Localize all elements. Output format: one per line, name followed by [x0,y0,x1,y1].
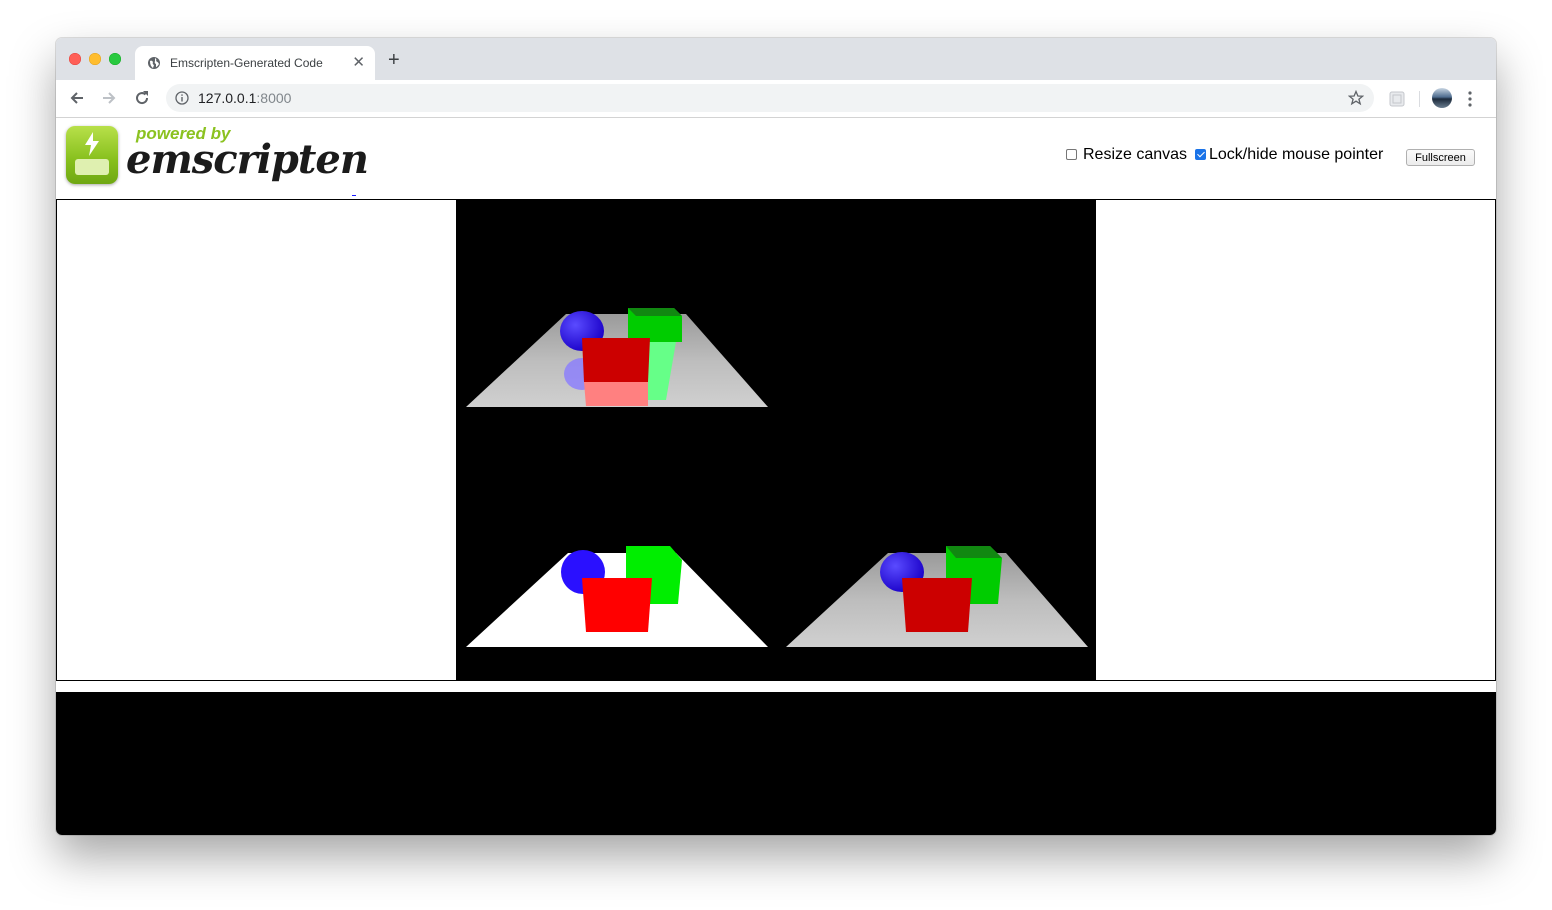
output-console[interactable] [56,692,1496,835]
viewport-top-left [466,308,768,407]
tab-strip: Emscripten-Generated Code ✕ + [56,38,1496,80]
scene-render [466,308,1088,647]
url-port: :8000 [256,90,292,106]
more-menu-icon[interactable] [1468,91,1472,107]
red-cube [582,338,650,382]
webgl-canvas[interactable] [456,200,1096,680]
fullscreen-button[interactable]: Fullscreen [1406,149,1475,166]
lightning-logo-icon [66,126,118,184]
viewport-bottom-left [466,546,768,647]
address-bar[interactable]: 127.0.0.1:8000 [166,84,1374,112]
close-tab-icon[interactable]: ✕ [352,55,365,70]
tab-emscripten[interactable]: Emscripten-Generated Code ✕ [135,46,375,80]
tab-title: Emscripten-Generated Code [170,56,323,70]
red-cube-reflection [584,382,648,406]
red-cube [582,578,652,632]
bookmark-star-icon[interactable] [1348,90,1364,106]
lightning-bolt-icon [85,132,99,156]
profile-avatar[interactable] [1432,88,1452,108]
emscripten-logo[interactable]: powered by emscripten [64,124,369,189]
reload-icon[interactable] [133,89,151,107]
minimize-window-button[interactable] [89,53,101,65]
progress-mark [352,195,356,196]
browser-window: Emscripten-Generated Code ✕ + 127.0.0.1:… [56,38,1496,835]
back-arrow-icon[interactable] [68,89,86,107]
page-content: powered by emscripten Resize canvas Lock… [56,118,1496,835]
resize-canvas-label: Resize canvas [1083,146,1188,163]
url-host: 127.0.0.1 [198,90,257,106]
info-icon[interactable] [175,91,189,105]
logo-panel [75,159,109,175]
lock-pointer-label: Lock/hide mouse pointer [1209,146,1384,163]
browser-toolbar: 127.0.0.1:8000 [56,80,1496,118]
toolbar-separator [1419,91,1420,107]
red-cube [902,578,972,632]
resize-canvas-checkbox[interactable] [1066,149,1077,160]
viewport-bottom-right [786,546,1088,647]
logo-name: emscripten [126,136,369,183]
globe-icon [148,57,160,69]
lock-pointer-checkbox[interactable] [1195,149,1206,160]
green-cube-top [628,308,682,316]
new-tab-button[interactable]: + [388,50,400,70]
forward-arrow-icon[interactable] [100,89,118,107]
zoom-window-button[interactable] [109,53,121,65]
url-text: 127.0.0.1:8000 [198,90,291,106]
canvas-container [56,199,1496,681]
extension-icon[interactable] [1389,91,1405,107]
close-window-button[interactable] [69,53,81,65]
